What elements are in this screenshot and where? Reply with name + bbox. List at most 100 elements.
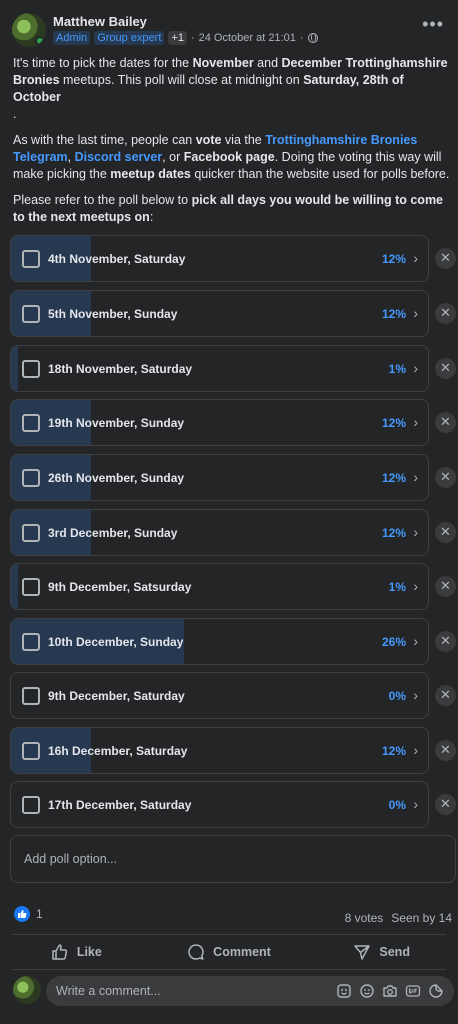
poll-option-percent[interactable]: 12% xyxy=(382,252,406,266)
comment-bubble-icon xyxy=(188,944,204,960)
poll-option[interactable]: 10th December, Sunday 26% › xyxy=(10,618,429,665)
send-icon xyxy=(354,945,371,960)
poll-option[interactable]: 17th December, Saturday 0% › xyxy=(10,781,429,828)
remove-option-button[interactable]: ✕ xyxy=(435,794,456,815)
poll-option[interactable]: 3rd December, Sunday 12% › xyxy=(10,509,429,556)
poll-option[interactable]: 5th November, Sunday 12% › xyxy=(10,290,429,337)
remove-option-button[interactable]: ✕ xyxy=(435,740,456,761)
remove-option-button[interactable]: ✕ xyxy=(435,522,456,543)
poll-option-percent[interactable]: 12% xyxy=(382,307,406,321)
send-button[interactable]: Send xyxy=(305,937,458,967)
poll-checkbox[interactable] xyxy=(22,250,40,268)
poll-checkbox[interactable] xyxy=(22,524,40,542)
meta-separator: · xyxy=(190,32,195,44)
poll-option-label: 26th November, Sunday xyxy=(48,471,185,485)
like-reaction-icon xyxy=(14,906,30,922)
poll-checkbox[interactable] xyxy=(22,469,40,487)
poll-checkbox[interactable] xyxy=(22,687,40,705)
poll-checkbox[interactable] xyxy=(22,414,40,432)
chevron-right-icon[interactable]: › xyxy=(413,578,418,594)
poll-option-percent[interactable]: 0% xyxy=(389,689,406,703)
thumbs-up-icon xyxy=(52,944,68,960)
post-header: Matthew Bailey Admin Group expert +1 · 2… xyxy=(0,0,458,52)
poll-option[interactable]: 16h December, Saturday 12% › xyxy=(10,727,429,774)
author-name[interactable]: Matthew Bailey xyxy=(53,14,147,29)
post-paragraph-3: Please refer to the poll below to pick a… xyxy=(13,192,453,226)
chevron-right-icon[interactable]: › xyxy=(413,469,418,485)
remove-option-button[interactable]: ✕ xyxy=(435,358,456,379)
poll-option-percent[interactable]: 26% xyxy=(382,635,406,649)
chevron-right-icon[interactable]: › xyxy=(413,250,418,266)
add-poll-option-input[interactable]: Add poll option... xyxy=(10,835,456,883)
chevron-right-icon[interactable]: › xyxy=(413,524,418,540)
comment-composer: Write a comment... xyxy=(0,974,458,1010)
poll-checkbox[interactable] xyxy=(22,305,40,323)
admin-badge[interactable]: Admin xyxy=(53,31,91,45)
text-run: As with the last time, people can xyxy=(13,133,196,147)
poll-checkbox[interactable] xyxy=(22,578,40,596)
poll-option[interactable]: 19th November, Sunday 12% › xyxy=(10,399,429,446)
votes-count[interactable]: 8 votes xyxy=(345,911,384,925)
text-bold: vote xyxy=(195,133,222,147)
text-run: and xyxy=(253,56,282,70)
remove-option-button[interactable]: ✕ xyxy=(435,685,456,706)
gif-icon[interactable] xyxy=(405,983,421,999)
remove-option-button[interactable]: ✕ xyxy=(435,631,456,652)
chevron-right-icon[interactable]: › xyxy=(413,305,418,321)
remove-option-button[interactable]: ✕ xyxy=(435,303,456,324)
poll-option[interactable]: 26th November, Sunday 12% › xyxy=(10,454,429,501)
remove-option-button[interactable]: ✕ xyxy=(435,576,456,597)
poll-option-percent[interactable]: 12% xyxy=(382,744,406,758)
text-bold: Facebook page xyxy=(183,150,275,164)
poll-checkbox[interactable] xyxy=(22,360,40,378)
user-avatar[interactable] xyxy=(13,976,41,1004)
more-badges-badge[interactable]: +1 xyxy=(168,31,187,45)
chevron-right-icon[interactable]: › xyxy=(413,414,418,430)
poll-option-label: 16h December, Saturday xyxy=(48,744,188,758)
remove-option-button[interactable]: ✕ xyxy=(435,412,456,433)
like-label: Like xyxy=(76,945,102,959)
chevron-right-icon[interactable]: › xyxy=(413,742,418,758)
poll-option[interactable]: 9th December, Satsurday 1% › xyxy=(10,563,429,610)
remove-option-button[interactable]: ✕ xyxy=(435,248,456,269)
poll-option-label: 9th December, Satsurday xyxy=(48,580,192,594)
poll-checkbox[interactable] xyxy=(22,633,40,651)
sticker-icon[interactable] xyxy=(428,983,444,999)
post-paragraph-1: It's time to pick the dates for the Nove… xyxy=(13,55,453,123)
poll-option-label: 17th December, Saturday xyxy=(48,798,192,812)
post-timestamp[interactable]: 24 October at 21:01 xyxy=(199,32,296,44)
text-run: Please refer to the poll below to xyxy=(13,193,192,207)
poll-option-percent[interactable]: 0% xyxy=(389,798,406,812)
poll-option-percent[interactable]: 12% xyxy=(382,471,406,485)
discord-link[interactable]: Discord server xyxy=(75,150,163,164)
poll-option-percent[interactable]: 1% xyxy=(389,362,406,376)
avatar-sticker-icon[interactable] xyxy=(336,983,352,999)
text-bold: meetup dates xyxy=(110,167,191,181)
poll-checkbox[interactable] xyxy=(22,796,40,814)
comment-input[interactable]: Write a comment... xyxy=(46,976,454,1006)
chevron-right-icon[interactable]: › xyxy=(413,360,418,376)
more-options-button[interactable]: ••• xyxy=(422,14,444,35)
poll-option[interactable]: 18th November, Saturday 1% › xyxy=(10,345,429,392)
poll-option-fill xyxy=(11,564,18,609)
poll-option-percent[interactable]: 12% xyxy=(382,416,406,430)
poll-option[interactable]: 4th November, Saturday 12% › xyxy=(10,235,429,282)
comment-tools xyxy=(336,983,444,999)
chevron-right-icon[interactable]: › xyxy=(413,796,418,812)
reactions-summary[interactable]: 1 xyxy=(14,906,43,922)
remove-option-button[interactable]: ✕ xyxy=(435,467,456,488)
poll-option-percent[interactable]: 12% xyxy=(382,526,406,540)
camera-icon[interactable] xyxy=(382,983,398,999)
author-avatar[interactable] xyxy=(12,13,46,47)
chevron-right-icon[interactable]: › xyxy=(413,633,418,649)
chevron-right-icon[interactable]: › xyxy=(413,687,418,703)
emoji-icon[interactable] xyxy=(359,983,375,999)
poll-option[interactable]: 9th December, Saturday 0% › xyxy=(10,672,429,719)
text-run: : xyxy=(149,210,154,224)
like-button[interactable]: Like xyxy=(0,937,153,967)
group-expert-badge[interactable]: Group expert xyxy=(94,31,165,45)
seen-by-count[interactable]: Seen by 14 xyxy=(391,911,452,925)
poll-option-percent[interactable]: 1% xyxy=(389,580,406,594)
poll-checkbox[interactable] xyxy=(22,742,40,760)
comment-button[interactable]: Comment xyxy=(153,937,306,967)
